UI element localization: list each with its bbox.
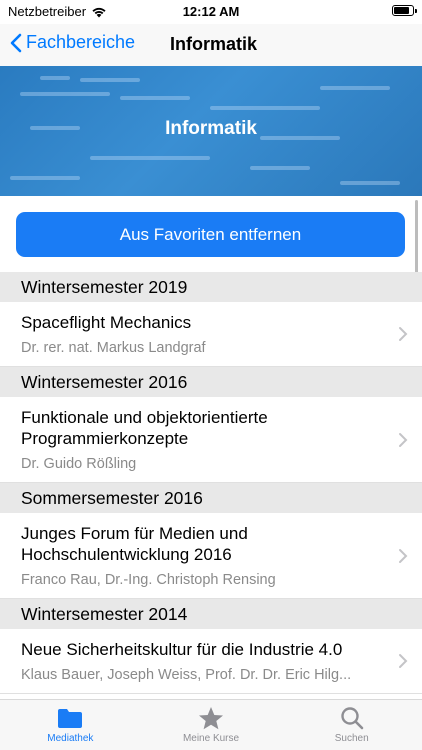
- course-lecturer: Dr. rer. nat. Markus Landgraf: [21, 340, 206, 356]
- list-item[interactable]: Funktionale und objektorientierte Progra…: [0, 397, 422, 483]
- course-lecturer: Dr. Guido Rößling: [21, 456, 137, 472]
- chevron-left-icon: [10, 33, 22, 52]
- page-title: Informatik: [170, 34, 258, 54]
- folder-icon: [58, 709, 83, 728]
- tab-bar: Mediathek Meine Kurse Suchen: [0, 699, 422, 750]
- star-icon: [199, 707, 223, 730]
- status-bar: Netzbetreiber 12:12 AM: [0, 0, 422, 24]
- back-label: Fachbereiche: [26, 32, 136, 52]
- chevron-right-icon: [399, 654, 408, 668]
- course-title: Spaceflight Mechanics: [21, 313, 192, 332]
- chevron-right-icon: [399, 327, 408, 341]
- tab-mediathek[interactable]: Mediathek: [0, 700, 141, 750]
- section-header: Wintersemester 2016: [0, 367, 422, 397]
- tab-meine-kurse[interactable]: Meine Kurse: [141, 700, 282, 750]
- list-item[interactable]: Neue Sicherheitskultur für die Industrie…: [0, 629, 422, 694]
- tab-suchen[interactable]: Suchen: [281, 700, 422, 750]
- navigation-bar: Fachbereiche Informatik: [0, 24, 422, 66]
- chevron-right-icon: [399, 432, 408, 447]
- hero-title: Informatik: [165, 118, 257, 139]
- back-button[interactable]: Fachbereiche: [10, 32, 135, 53]
- chevron-right-icon: [399, 548, 408, 563]
- remove-favorite-button[interactable]: Aus Favoriten entfernen: [16, 212, 405, 257]
- course-title: Neue Sicherheitskultur für die Industrie…: [21, 640, 343, 659]
- course-lecturer: Franco Rau, Dr.-Ing. Christoph Rensing: [21, 572, 276, 588]
- section-header: Sommersemester 2016: [0, 483, 422, 513]
- section-header: Wintersemester 2019: [0, 272, 422, 302]
- hero-banner: Informatik: [0, 66, 422, 196]
- tab-label: Suchen: [334, 733, 369, 744]
- battery-level: [394, 7, 410, 14]
- section-header: Wintersemester 2014: [0, 599, 422, 629]
- course-title: Junges Forum für Medien und Hochschulent…: [21, 524, 248, 564]
- course-title: Funktionale und objektorientierte Progra…: [21, 408, 268, 448]
- tab-label: Meine Kurse: [182, 733, 240, 744]
- list-item[interactable]: Junges Forum für Medien und Hochschulent…: [0, 513, 422, 599]
- course-list: Wintersemester 2019 Spaceflight Mechanic…: [0, 272, 422, 694]
- magnifier-icon: [340, 707, 363, 730]
- status-time: 12:12 AM: [182, 4, 240, 19]
- battery-icon: [392, 5, 417, 16]
- course-lecturer: Klaus Bauer, Joseph Weiss, Prof. Dr. Dr.…: [21, 667, 352, 683]
- list-item[interactable]: Spaceflight Mechanics Dr. rer. nat. Mark…: [0, 302, 422, 367]
- tab-label: Mediathek: [47, 733, 94, 744]
